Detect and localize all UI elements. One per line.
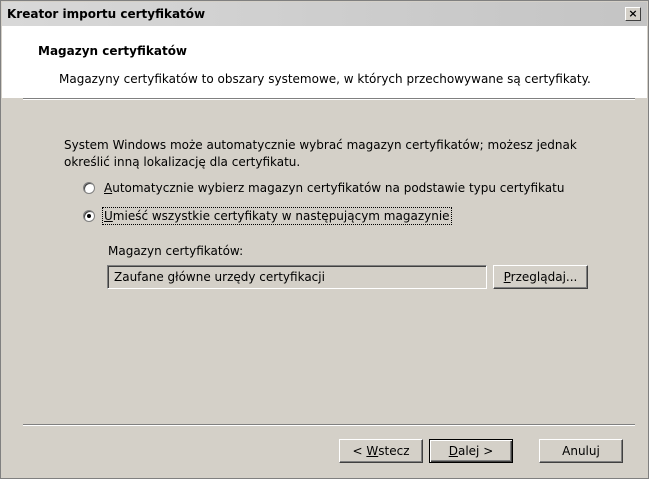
wizard-header: Magazyn certyfikatów Magazyny certyfikat… (2, 26, 647, 98)
store-field: Zaufane główne urzędy certyfikacji (107, 265, 487, 289)
description-line-1: System Windows może automatycznie wybrać… (64, 138, 577, 152)
close-button[interactable]: × (625, 7, 641, 21)
footer-divider (23, 424, 635, 426)
window-title: Kreator importu certyfikatów (7, 7, 206, 21)
radio-button-auto[interactable] (83, 182, 95, 194)
cancel-button[interactable]: Anuluj (539, 439, 623, 463)
radio-auto-store[interactable]: Automatycznie wybierz magazyn certyfikat… (83, 179, 564, 197)
description: System Windows może automatycznie wybrać… (64, 137, 624, 171)
description-line-2: określić inną lokalizację dla certyfikat… (64, 155, 301, 169)
radio-manual-label[interactable]: Umieść wszystkie certyfikaty w następują… (102, 207, 452, 225)
next-button[interactable]: Dalej > (429, 439, 513, 463)
title-bar[interactable]: Kreator importu certyfikatów × (2, 2, 647, 26)
store-value: Zaufane główne urzędy certyfikacji (114, 270, 325, 284)
page-title: Magazyn certyfikatów (38, 44, 188, 58)
radio-manual-store[interactable]: Umieść wszystkie certyfikaty w następują… (83, 207, 452, 225)
radio-auto-label[interactable]: Automatycznie wybierz magazyn certyfikat… (104, 181, 564, 195)
header-divider (23, 98, 635, 100)
store-label: Magazyn certyfikatów: (108, 244, 244, 258)
certificate-import-wizard-window: Kreator importu certyfikatów × Magazyn c… (0, 0, 649, 479)
back-button[interactable]: < Wstecz (339, 439, 423, 463)
page-subtitle: Magazyny certyfikatów to obszary systemo… (59, 72, 591, 86)
close-icon: × (628, 7, 638, 20)
radio-button-manual[interactable] (83, 210, 95, 222)
browse-button[interactable]: Przeglądaj... (493, 265, 588, 289)
